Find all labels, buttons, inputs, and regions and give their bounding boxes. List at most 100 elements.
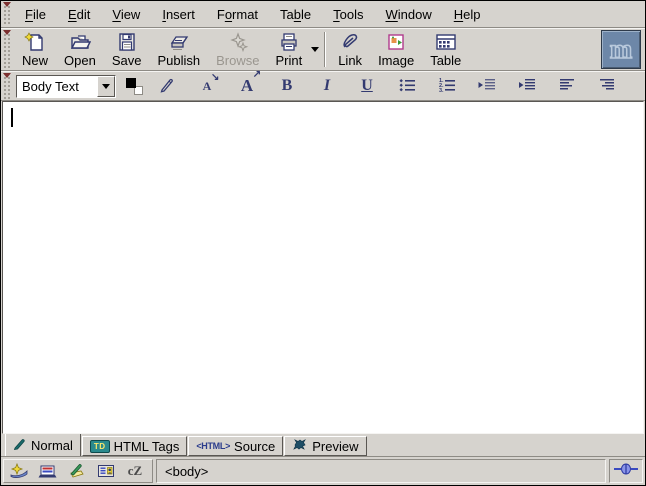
status-bar: cZ <body> [1,457,645,485]
toolbar-grip-handle[interactable] [2,30,12,69]
composer-window: File Edit View Insert Format Table Tools… [0,0,646,486]
formatbar-grip-handle[interactable] [2,73,12,99]
highlight-pen-button[interactable] [154,73,180,99]
preview-icon [292,439,308,454]
print-icon [278,31,300,53]
paragraph-format-select[interactable]: Body Text [16,75,116,98]
print-button-label: Print [275,53,302,68]
new-page-icon [24,31,46,53]
tab-preview[interactable]: Preview [284,436,366,456]
underline-label: U [361,77,373,95]
save-button-label: Save [112,53,142,68]
tab-source[interactable]: <HTML> Source [188,436,283,456]
menubar-grip-handle[interactable] [2,2,12,26]
align-right-button[interactable] [594,73,620,99]
tab-normal-label: Normal [31,438,73,453]
save-floppy-icon [116,31,138,53]
tab-html-tags[interactable]: TD HTML Tags [82,436,187,456]
print-dropdown-arrow[interactable] [310,32,320,68]
menu-tools[interactable]: Tools [322,3,374,26]
table-button[interactable]: Table [422,28,469,72]
underline-button[interactable]: U [354,73,380,99]
main-toolbar: New Open [1,28,645,71]
chatzilla-logo: cZ [128,463,142,479]
open-button-label: Open [64,53,96,68]
text-caret [11,108,13,127]
toolbar-separator [324,32,326,67]
table-button-label: Table [430,53,461,68]
online-status-cell[interactable] [609,459,643,483]
align-left-icon [558,77,576,96]
paragraph-format-dropdown-arrow[interactable] [97,76,115,97]
td-tag-icon: TD [90,440,110,453]
print-button[interactable]: Print [267,28,310,72]
save-button[interactable]: Save [104,28,150,72]
tab-source-label: Source [234,439,275,454]
new-button[interactable]: New [14,28,56,72]
indent-icon [517,77,537,96]
pen-icon [158,76,176,97]
image-icon [385,31,407,53]
bullet-list-button[interactable] [394,73,420,99]
numbered-list-button[interactable]: 1.2.3. [434,73,460,99]
align-right-icon [598,77,616,96]
navigator-button[interactable] [8,461,30,481]
indent-button[interactable] [514,73,540,99]
publish-button[interactable]: Publish [149,28,208,72]
increase-font-icon: A↗ [241,76,253,96]
menu-edit[interactable]: Edit [57,3,101,26]
composer-button[interactable] [66,461,88,481]
chatzilla-button[interactable]: cZ [124,461,146,481]
element-path-field[interactable]: <body> [156,459,606,483]
bold-button[interactable]: B [274,73,300,99]
link-paperclip-icon [339,31,361,53]
align-left-button[interactable] [554,73,580,99]
edit-mode-tab-bar: Normal TD HTML Tags <HTML> Source Previe… [1,434,645,457]
decrease-font-icon: A↘ [203,79,212,94]
bullet-list-icon [398,77,416,96]
menu-view[interactable]: View [101,3,151,26]
link-button[interactable]: Link [330,28,370,72]
browse-button[interactable]: Browse [208,28,267,72]
tab-preview-label: Preview [312,439,358,454]
browse-button-label: Browse [216,53,259,68]
image-button[interactable]: Image [370,28,422,72]
new-button-label: New [22,53,48,68]
element-path-text: <body> [165,464,208,479]
open-button[interactable]: Open [56,28,104,72]
outdent-icon [477,77,497,96]
menu-table[interactable]: Table [269,3,322,26]
menu-window[interactable]: Window [375,3,443,26]
menu-format[interactable]: Format [206,3,269,26]
normal-pen-icon [13,437,27,453]
tab-normal[interactable]: Normal [5,433,81,456]
mail-button[interactable] [37,461,59,481]
image-button-label: Image [378,53,414,68]
numbered-list-icon: 1.2.3. [438,77,456,96]
decrease-font-size-button[interactable]: A↘ [194,73,220,99]
italic-button[interactable]: I [314,73,340,99]
html-source-icon: <HTML> [196,441,230,451]
svg-text:3.: 3. [439,88,444,93]
paragraph-format-value: Body Text [17,76,97,97]
outdent-button[interactable] [474,73,500,99]
document-edit-area[interactable] [2,101,644,434]
format-toolbar: Body Text A↘ A↗ B [1,71,645,101]
increase-font-size-button[interactable]: A↗ [234,73,260,99]
foreground-color-swatch [126,78,136,88]
text-color-picker[interactable] [126,78,143,95]
open-folder-icon [69,31,91,53]
menu-insert[interactable]: Insert [151,3,206,26]
menu-file[interactable]: File [14,3,57,26]
publish-button-label: Publish [157,53,200,68]
publish-icon [167,31,191,53]
menu-help[interactable]: Help [443,3,492,26]
link-button-label: Link [338,53,362,68]
bold-label: B [282,77,293,95]
table-icon [434,31,458,53]
online-plug-icon [613,462,639,480]
address-book-button[interactable] [95,461,117,481]
component-bar: cZ [3,459,153,483]
mozilla-throbber-logo[interactable]: m [601,30,641,69]
mozilla-logo-letter: m [610,36,633,63]
